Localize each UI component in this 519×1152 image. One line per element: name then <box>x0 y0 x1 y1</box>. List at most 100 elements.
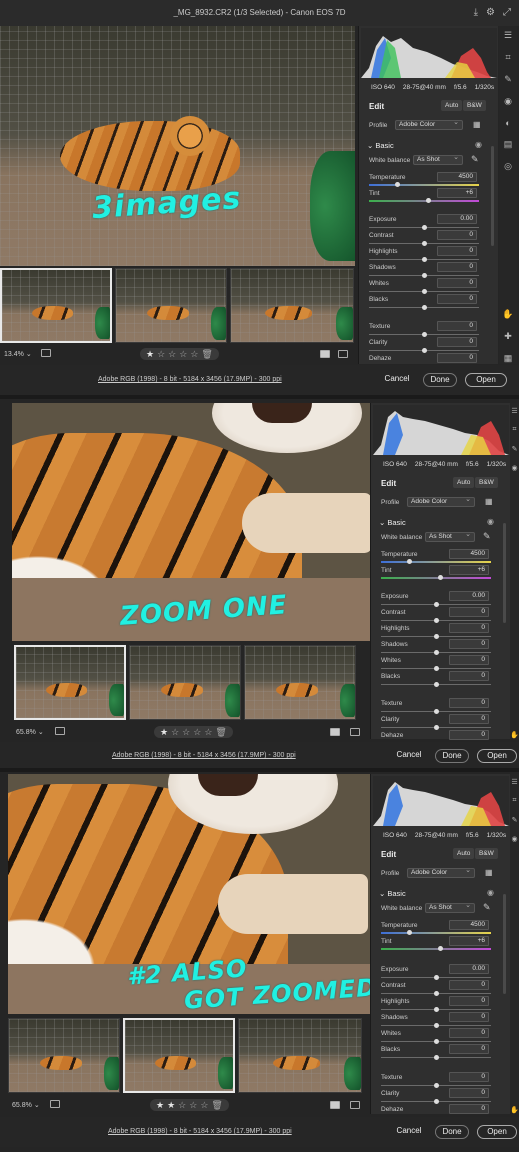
filmstrip-thumb-2[interactable] <box>129 645 241 720</box>
compare-icon[interactable] <box>338 350 348 358</box>
dehaze-value[interactable]: 0 <box>437 353 477 363</box>
temperature-value[interactable]: 4500 <box>449 549 489 559</box>
hand-icon[interactable]: ✋ <box>510 731 519 739</box>
image-info-link[interactable]: Adobe RGB (1998) - 8 bit - 5184 x 3456 (… <box>108 1128 292 1135</box>
blacks-value[interactable]: 0 <box>449 1044 489 1054</box>
filmstrip-thumb-2[interactable] <box>115 268 227 343</box>
open-button[interactable]: Open <box>477 1125 517 1139</box>
basic-section-header[interactable]: ⌄ Basic <box>379 518 406 527</box>
eye-icon[interactable]: ◉ <box>487 517 494 526</box>
tint-slider[interactable] <box>381 577 491 579</box>
highlights-value[interactable]: 0 <box>449 623 489 633</box>
clarity-value[interactable]: 0 <box>437 337 477 347</box>
temperature-slider[interactable] <box>369 184 479 186</box>
filmstrip-thumb-1[interactable] <box>8 1018 120 1093</box>
filmstrip-thumb-1[interactable] <box>14 645 126 720</box>
exposure-value[interactable]: 0.00 <box>449 591 489 601</box>
filmstrip-thumb-3[interactable] <box>238 1018 362 1093</box>
exposure-value[interactable]: 0.00 <box>437 214 477 224</box>
cancel-button[interactable]: Cancel <box>392 1125 426 1139</box>
clarity-value[interactable]: 0 <box>449 1088 489 1098</box>
star-rating[interactable]: ★ ☆ ☆ ☆ ☆ 🗑 <box>140 348 219 360</box>
zoom-level[interactable]: 65.8% ⌄ <box>16 728 44 737</box>
white-balance-dropdown[interactable]: As Shot <box>425 902 475 913</box>
contrast-value[interactable]: 0 <box>449 607 489 617</box>
filmstrip-thumb-3[interactable] <box>230 268 354 343</box>
trash-icon[interactable]: 🗑 <box>211 1100 222 1111</box>
trash-icon[interactable]: 🗑 <box>215 727 226 738</box>
eyedropper-icon[interactable]: ✎ <box>471 154 479 165</box>
whites-value[interactable]: 0 <box>449 655 489 665</box>
auto-button[interactable]: Auto <box>441 100 463 111</box>
texture-value[interactable]: 0 <box>449 1072 489 1082</box>
grid-icon[interactable]: ▦ <box>485 497 493 506</box>
profile-dropdown[interactable]: Adobe Color <box>407 867 475 878</box>
image-info-link[interactable]: Adobe RGB (1998) - 8 bit - 5184 x 3456 (… <box>112 752 296 759</box>
cancel-button[interactable]: Cancel <box>392 749 426 763</box>
compare-icon[interactable] <box>350 1101 360 1109</box>
crop-icon[interactable]: ⌗ <box>505 52 510 63</box>
blacks-value[interactable]: 0 <box>449 671 489 681</box>
main-preview-zoomed[interactable]: ZOOM ONE <box>12 403 370 641</box>
edit-scrollbar[interactable] <box>503 894 506 994</box>
sliders-icon[interactable]: ☰ <box>504 30 512 41</box>
sliders-icon[interactable]: ☰ <box>511 778 517 786</box>
filmstrip-toggle-icon[interactable] <box>50 1100 60 1108</box>
profile-dropdown[interactable]: Adobe Color <box>395 119 463 130</box>
crop-icon[interactable]: ⌗ <box>513 426 517 434</box>
trash-icon[interactable]: 🗑 <box>201 349 212 360</box>
auto-button[interactable]: Auto <box>453 477 475 488</box>
filmstrip-toggle-icon[interactable] <box>55 727 65 735</box>
auto-button[interactable]: Auto <box>453 848 475 859</box>
exposure-value[interactable]: 0.00 <box>449 964 489 974</box>
whites-value[interactable]: 0 <box>449 1028 489 1038</box>
contrast-value[interactable]: 0 <box>449 980 489 990</box>
tint-value[interactable]: +6 <box>449 936 489 946</box>
grid-icon[interactable]: ▦ <box>473 120 481 129</box>
whites-value[interactable]: 0 <box>437 278 477 288</box>
profile-dropdown[interactable]: Adobe Color <box>407 496 475 507</box>
shadows-value[interactable]: 0 <box>437 262 477 272</box>
brush-icon[interactable]: ✎ <box>504 74 512 85</box>
shadows-value[interactable]: 0 <box>449 639 489 649</box>
bw-button[interactable]: B&W <box>475 848 498 859</box>
view-mode-icon[interactable] <box>320 350 330 358</box>
crop-icon[interactable]: ⌗ <box>513 797 517 805</box>
view-mode-icon[interactable] <box>330 728 340 736</box>
hand-icon[interactable]: ✋ <box>502 309 513 320</box>
highlights-value[interactable]: 0 <box>437 246 477 256</box>
dehaze-value[interactable]: 0 <box>449 730 489 740</box>
edit-scrollbar[interactable] <box>491 146 494 246</box>
done-button[interactable]: Done <box>435 749 469 763</box>
texture-value[interactable]: 0 <box>449 698 489 708</box>
eye-icon[interactable]: ◉ <box>475 140 482 149</box>
open-button[interactable]: Open <box>477 749 517 763</box>
temperature-slider[interactable] <box>381 932 491 934</box>
grid-icon[interactable]: ▦ <box>485 868 493 877</box>
filmstrip-thumb-1[interactable] <box>0 268 112 343</box>
zoom-level[interactable]: 13.4% ⌄ <box>4 350 32 359</box>
temperature-slider[interactable] <box>381 561 491 563</box>
contrast-value[interactable]: 0 <box>437 230 477 240</box>
filmstrip-thumb-3[interactable] <box>244 645 356 720</box>
expand-icon[interactable]: ⤢ <box>503 0 511 26</box>
star-rating[interactable]: ★ ★ ☆ ☆ ☆ 🗑 <box>150 1099 229 1111</box>
zoom-level[interactable]: 65.8% ⌄ <box>12 1101 40 1110</box>
basic-section-header[interactable]: ⌄ Basic <box>379 889 406 898</box>
done-button[interactable]: Done <box>435 1125 469 1139</box>
tint-slider[interactable] <box>369 200 479 202</box>
star-rating[interactable]: ★ ☆ ☆ ☆ ☆ 🗑 <box>154 726 233 738</box>
eyedropper-icon[interactable]: ✎ <box>483 531 491 542</box>
presets-icon[interactable]: ▤ <box>504 139 513 150</box>
view-mode-icon[interactable] <box>330 1101 340 1109</box>
redeye-icon[interactable]: ◉ <box>504 96 512 107</box>
white-balance-dropdown[interactable]: As Shot <box>413 154 463 165</box>
filmstrip-thumb-2[interactable] <box>123 1018 235 1093</box>
temperature-value[interactable]: 4500 <box>437 172 477 182</box>
shadows-value[interactable]: 0 <box>449 1012 489 1022</box>
highlights-value[interactable]: 0 <box>449 996 489 1006</box>
basic-section-header[interactable]: ⌄ Basic <box>367 141 394 150</box>
temperature-value[interactable]: 4500 <box>449 920 489 930</box>
hand-icon[interactable]: ✋ <box>510 1106 519 1114</box>
snapshot-icon[interactable]: ◎ <box>504 161 512 172</box>
